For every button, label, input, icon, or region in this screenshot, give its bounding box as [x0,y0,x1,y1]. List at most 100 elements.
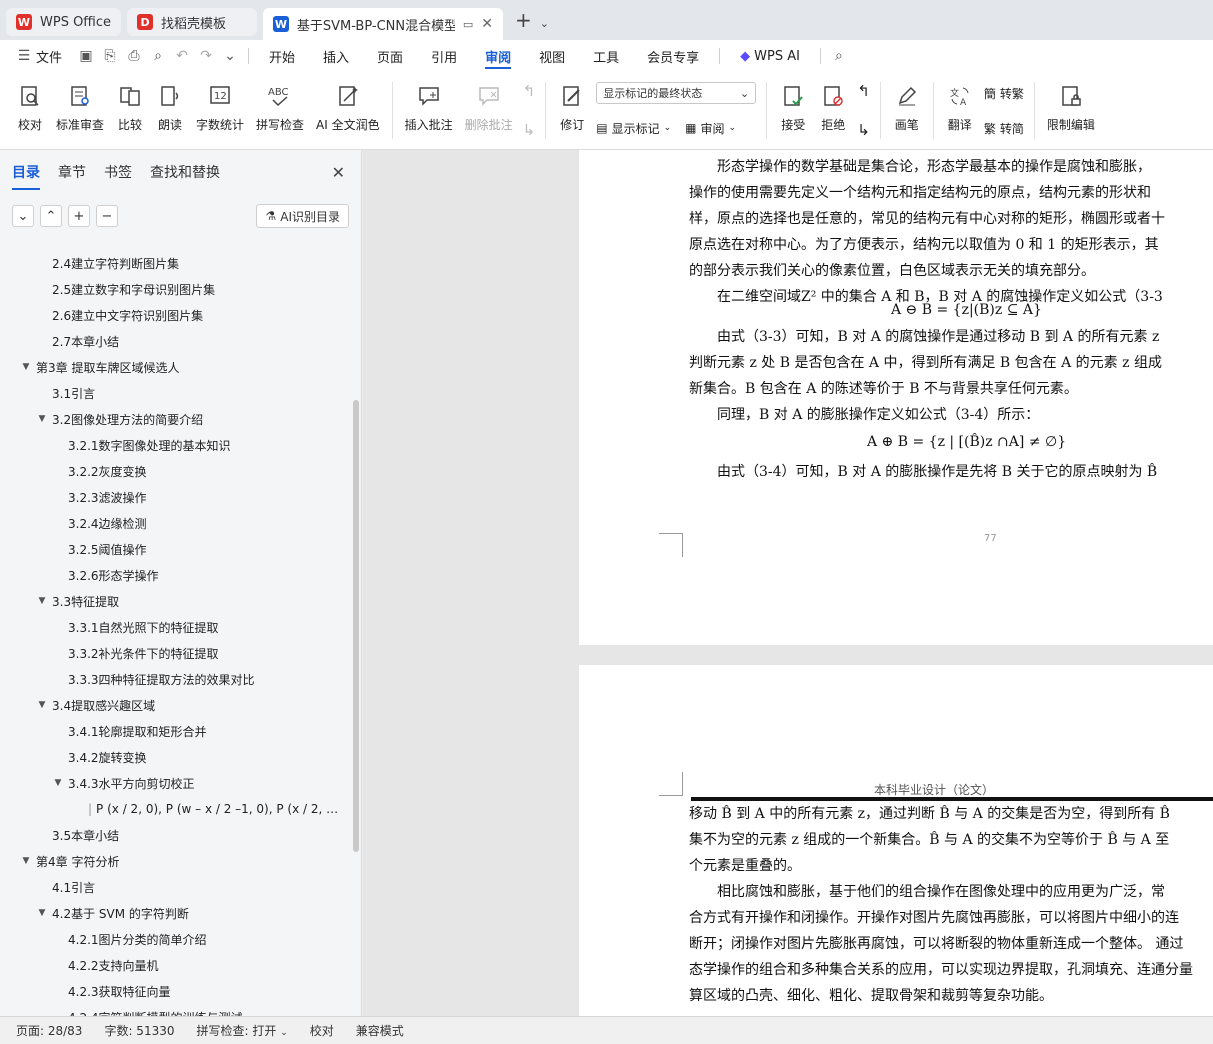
review-pane-button[interactable]: 审阅 [700,120,724,137]
toc-item[interactable]: 2.7本章小结 [0,328,350,354]
expand-up-icon[interactable]: ⌃ [40,205,62,227]
previous-change-icon[interactable]: ↰ [857,82,870,100]
revise-button[interactable]: 修订 [552,78,592,149]
tab-bookmarks[interactable]: 书签 [104,162,132,182]
more-chevron-icon[interactable]: ⌄ [218,48,242,64]
restrict-edit-button[interactable]: 限制编辑 [1041,78,1101,149]
print-preview-icon[interactable]: ⌕ [146,48,170,64]
save-icon[interactable]: ▣ [74,48,98,64]
paragraph-block[interactable]: 由式（3-3）可知，B 对 A 的腐蚀操作是通过移动 B 到 A 的所有元素 z… [689,324,1213,428]
previous-comment-icon[interactable]: ↰ [523,82,536,100]
compare-button[interactable]: 比较 [110,78,150,149]
toc-item[interactable]: 3.2.5阈值操作 [0,536,350,562]
expand-caret-icon[interactable]: ▼ [52,778,64,788]
toc-item[interactable]: ▼ 4.2基于 SVM 的字符判断 [0,900,350,926]
toc-item[interactable]: 4.2.4字符判断模型的训练与测试 [0,1004,350,1017]
expand-caret-icon[interactable]: ▼ [20,362,32,372]
to-traditional-button[interactable]: 簡 转繁 [984,82,1024,104]
word-count-status[interactable]: 字数: 51330 [104,1022,174,1039]
expand-caret-icon[interactable]: ▼ [36,908,48,918]
standard-review-button[interactable]: 标准审查 [50,78,110,149]
ai-polish-button[interactable]: AI 全文润色 [310,78,386,149]
print-icon[interactable]: ⎙ [122,48,146,64]
toc-item[interactable]: 3.3.3四种特征提取方法的效果对比 [0,666,350,692]
tab-docer-templates[interactable]: D 找稻壳模板 [127,8,258,36]
toc-item[interactable]: ▼ 3.3特征提取 [0,588,350,614]
tab-toc[interactable]: 目录 [12,162,40,190]
menu-references[interactable]: 引用 [417,40,471,72]
close-panel-icon[interactable]: ✕ [332,163,345,182]
hamburger-icon[interactable]: ☰ [12,48,36,64]
expand-caret-icon[interactable]: ▼ [36,700,48,710]
toc-item[interactable]: ▼ 3.4.3水平方向剪切校正 [0,770,350,796]
toc-item[interactable]: ▼ 3.4提取感兴趣区域 [0,692,350,718]
word-count-button[interactable]: 12 字数统计 [190,78,250,149]
tab-document[interactable]: W 基于SVM-BP-CNN混合模型 ▭ ✕ [263,8,504,40]
toc-item[interactable]: 2.4建立字符判断图片集 [0,250,350,276]
toc-item[interactable]: 3.2.4边缘检测 [0,510,350,536]
display-mode-select[interactable]: 显示标记的最终状态 ⌄ [596,82,757,104]
monitor-icon[interactable]: ▭ [463,18,473,31]
next-change-icon[interactable]: ↳ [857,121,870,139]
ai-toc-button[interactable]: ⚗ AI识别目录 [256,204,349,228]
insert-comment-button[interactable]: 插入批注 [399,78,459,149]
proof-status[interactable]: 校对 [310,1022,334,1039]
toc-item[interactable]: 3.5本章小结 [0,822,350,848]
toc-item[interactable]: 3.1引言 [0,380,350,406]
to-simplified-button[interactable]: 繁 转简 [984,117,1024,139]
menu-page[interactable]: 页面 [363,40,417,72]
toc-item[interactable]: 4.2.3获取特征向量 [0,978,350,1004]
menu-tools[interactable]: 工具 [579,40,633,72]
read-aloud-button[interactable]: 朗读 [150,78,190,149]
paragraph-block[interactable]: 移动 B̂ 到 A 中的所有元素 z，通过判断 B̂ 与 A 的交集是否为空，得… [689,801,1213,1009]
remove-icon[interactable]: − [96,205,118,227]
menu-insert[interactable]: 插入 [309,40,363,72]
menu-member[interactable]: 会员专享 [633,40,713,72]
toc-item[interactable]: ▼ 3.2图像处理方法的简要介绍 [0,406,350,432]
toc-item[interactable]: ▼ 第3章 提取车牌区域候选人 [0,354,350,380]
page-indicator[interactable]: 页面: 28/83 [16,1022,82,1039]
toc-item[interactable]: 3.2.2灰度变换 [0,458,350,484]
toc-item[interactable]: 4.1引言 [0,874,350,900]
tab-wps-office[interactable]: W WPS Office [6,8,122,36]
toc-item[interactable]: 3.4.2旋转变换 [0,744,350,770]
new-tab-icon[interactable]: + [515,8,532,32]
menu-start[interactable]: 开始 [255,40,309,72]
toc-item[interactable]: 3.2.6形态学操作 [0,562,350,588]
paragraph-last-line[interactable]: 由式（3-4）可知，B 对 A 的膨胀操作是先将 B 关于它的原点映射为 B̂ [689,459,1213,485]
expand-caret-icon[interactable]: ▼ [20,856,32,866]
spell-check-status[interactable]: 拼写检查: 打开 ⌄ [197,1022,288,1039]
spell-check-button[interactable]: ABC 拼写检查 [250,78,310,149]
toc-item[interactable]: 2.6建立中文字符识别图片集 [0,302,350,328]
toc-item[interactable]: 2.5建立数字和字母识别图片集 [0,276,350,302]
wps-ai-button[interactable]: ◆ WPS AI [726,40,814,72]
next-comment-icon[interactable]: ↳ [523,121,536,139]
show-markup-button[interactable]: 显示标记 [612,120,660,137]
toc-item[interactable]: 3.4.1轮廓提取和矩形合并 [0,718,350,744]
tab-chapters[interactable]: 章节 [58,162,86,182]
expand-caret-icon[interactable]: ▼ [36,596,48,606]
toc-item[interactable]: 3.2.1数字图像处理的基本知识 [0,432,350,458]
undo-history-icon[interactable]: ⎘ [98,48,122,64]
toc-item[interactable]: 4.2.2支持向量机 [0,952,350,978]
toc-item[interactable]: | P (x / 2, 0), P (w – x / 2 –1, 0), P (x… [0,796,350,822]
collapse-icon[interactable]: ⌄ [12,205,34,227]
chevron-down-icon[interactable]: ⌄ [540,17,549,30]
menu-file[interactable]: 文件 [36,47,62,66]
pen-button[interactable]: 画笔 [887,78,927,149]
delete-comment-button[interactable]: 删除批注 [459,78,519,149]
search-icon[interactable]: ⌕ [827,48,851,64]
toc-scrollbar[interactable] [353,400,359,852]
menu-view[interactable]: 视图 [525,40,579,72]
undo-icon[interactable]: ↶ [170,48,194,64]
proofread-button[interactable]: 校对 [10,78,50,149]
toc-item[interactable]: ▼ 第4章 字符分析 [0,848,350,874]
paragraph-block[interactable]: 形态学操作的数学基础是集合论，形态学最基本的操作是腐蚀和膨胀， 操作的使用需要先定… [689,154,1213,310]
expand-caret-icon[interactable]: ▼ [36,414,48,424]
redo-icon[interactable]: ↷ [194,48,218,64]
toc-item[interactable]: 3.3.2补光条件下的特征提取 [0,640,350,666]
tab-find-replace[interactable]: 查找和替换 [150,162,220,182]
toc-item[interactable]: 3.2.3滤波操作 [0,484,350,510]
accept-button[interactable]: 接受 [773,78,813,149]
reject-button[interactable]: 拒绝 [813,78,853,149]
